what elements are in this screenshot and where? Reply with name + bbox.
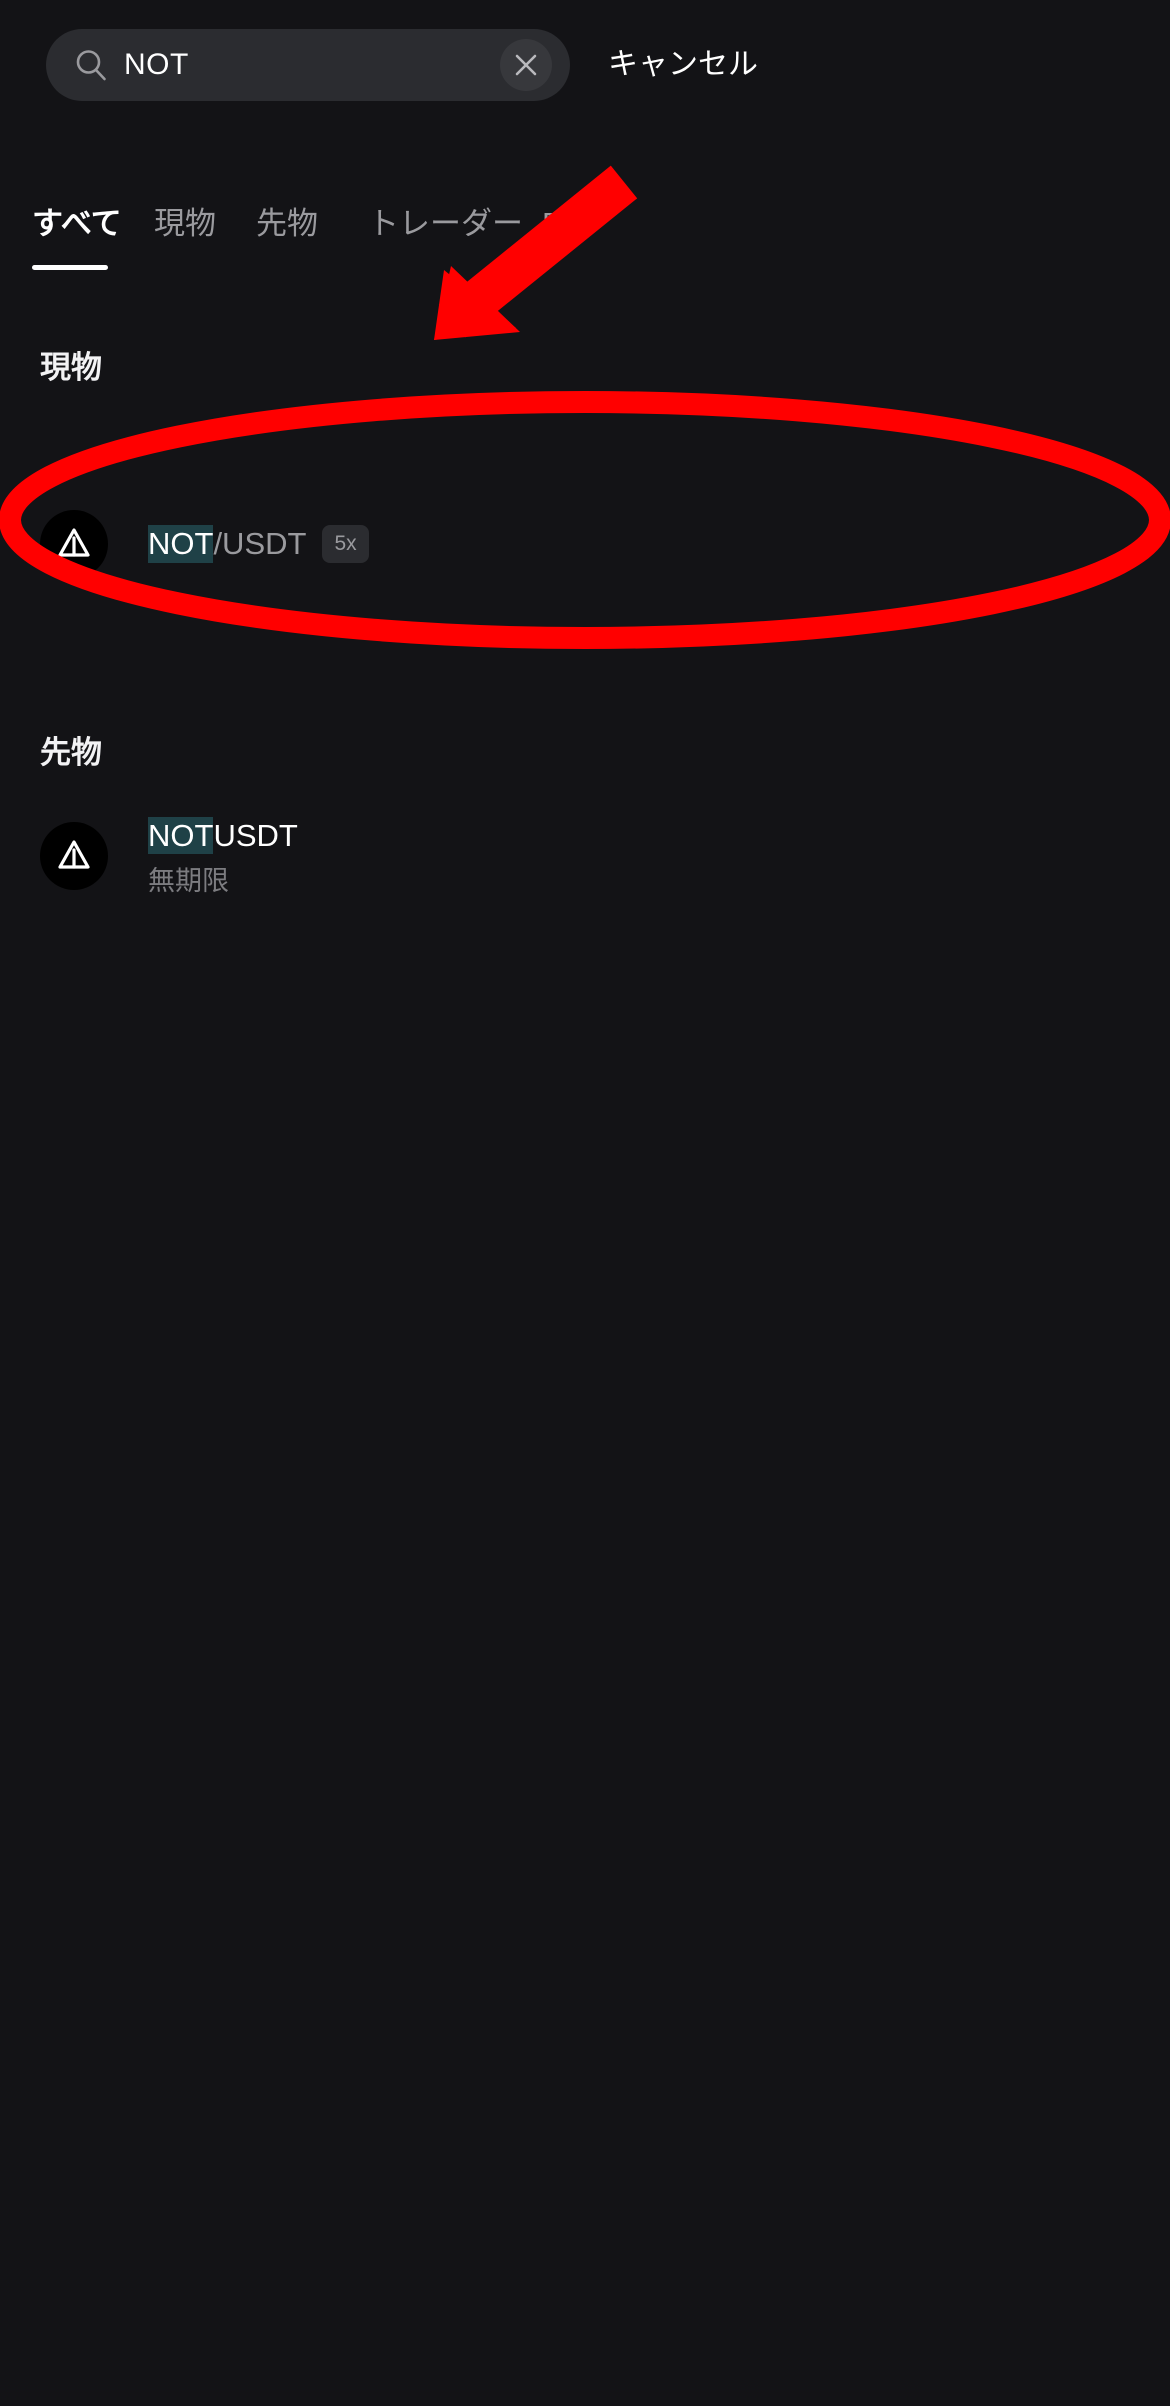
leverage-badge: 5x (322, 525, 369, 563)
pair-line: NOT /USDT 5x (148, 525, 369, 563)
search-input-container[interactable] (46, 29, 570, 101)
notcoin-logo-icon (40, 510, 108, 578)
pair-line: NOT USDT (148, 816, 298, 855)
tab-all[interactable]: すべて (32, 208, 122, 239)
tab-bot[interactable]: Bot (542, 208, 589, 239)
pair-quote-symbol: USDT (213, 817, 298, 853)
search-bar: キャンセル (0, 26, 1170, 104)
list-item-futures-notusdt[interactable]: NOT USDT 無期限 (0, 802, 1170, 910)
pair-quote-symbol: /USDT (213, 526, 307, 562)
search-results-screen: キャンセル すべて 現物 先物 トレーダー Bot 現物 NOT /USDT 5… (0, 0, 1170, 2406)
cancel-button[interactable]: キャンセル (608, 50, 758, 80)
tab-futures[interactable]: 先物 (256, 208, 318, 239)
clear-search-icon[interactable] (500, 39, 552, 91)
list-item-spot-not-usdt[interactable]: NOT /USDT 5x (0, 500, 1170, 588)
pair-base-symbol: NOT (148, 816, 214, 855)
annotation-overlay (0, 165, 1170, 649)
section-header-spot: 現物 (40, 350, 102, 385)
section-header-futures: 先物 (40, 735, 102, 770)
search-icon (74, 48, 108, 82)
tab-spot[interactable]: 現物 (154, 208, 216, 239)
active-tab-indicator (32, 265, 108, 270)
category-tabs: すべて 現物 先物 トレーダー Bot (0, 208, 1170, 288)
notcoin-logo-icon (40, 822, 108, 890)
tab-trader[interactable]: トレーダー (368, 208, 523, 239)
contract-type-label: 無期限 (148, 866, 229, 897)
pair-base-symbol: NOT (148, 525, 214, 563)
pair-text-block: NOT /USDT 5x (148, 525, 369, 563)
pair-text-block: NOT USDT 無期限 (148, 816, 298, 897)
